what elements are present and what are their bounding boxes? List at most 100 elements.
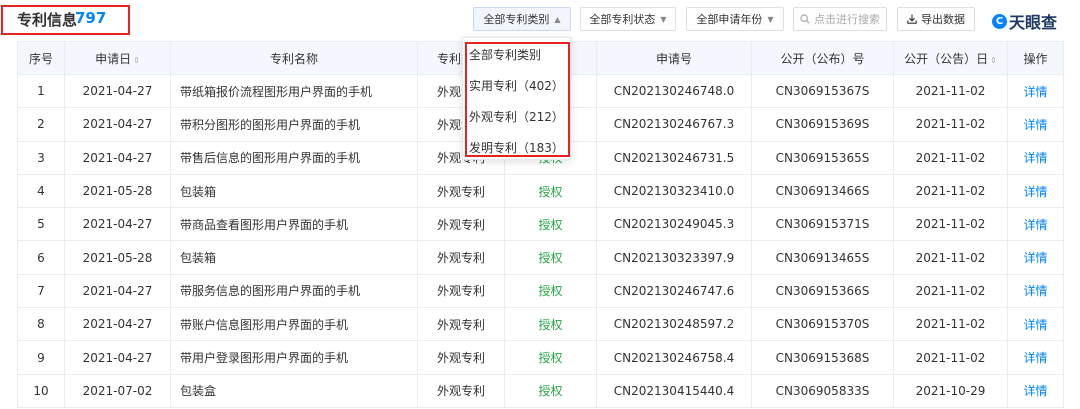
cell-application-number: CN202130248597.2	[596, 307, 752, 342]
details-link[interactable]: 详情	[1007, 140, 1064, 175]
dropdown-highlight-box	[465, 42, 570, 157]
cell-publication-number: CN306915368S	[751, 340, 894, 375]
cell-application-number: CN202130246767.3	[596, 107, 752, 142]
cell-application-date: 2021-04-27	[64, 207, 171, 242]
cell-application-number: CN202130246731.5	[596, 140, 752, 175]
sort-icon[interactable]: ⇕	[133, 56, 140, 65]
cell-index: 2	[17, 107, 65, 142]
brand-name: 天眼查	[1009, 13, 1058, 32]
patent-status-filter-label: 全部专利状态	[589, 13, 656, 26]
column-header-application-date[interactable]: 申请日 ⇕	[64, 41, 171, 75]
export-data-button[interactable]: 导出数据	[897, 7, 975, 31]
cell-patent-name: 包装盒	[170, 373, 418, 408]
cell-patent-name: 带账户信息图形用户界面的手机	[170, 307, 418, 342]
column-header-action: 操作	[1007, 41, 1064, 75]
cell-publication-number: CN306913466S	[751, 173, 894, 209]
cell-status: 授权	[504, 307, 597, 342]
cell-publication-date: 2021-11-02	[893, 73, 1008, 109]
cell-publication-date: 2021-11-02	[893, 140, 1008, 175]
caret-down-icon: ▼	[767, 14, 774, 24]
details-link[interactable]: 详情	[1007, 173, 1064, 209]
cell-publication-number: CN306915370S	[751, 307, 894, 342]
details-link[interactable]: 详情	[1007, 273, 1064, 309]
cell-status: 授权	[504, 340, 597, 375]
application-year-filter[interactable]: 全部申请年份 ▼	[686, 7, 784, 31]
patent-status-filter[interactable]: 全部专利状态 ▼	[580, 7, 676, 31]
cell-patent-type: 外观专利	[417, 207, 505, 242]
cell-application-date: 2021-05-28	[64, 173, 171, 209]
cell-application-date: 2021-04-27	[64, 273, 171, 309]
cell-publication-number: CN306915367S	[751, 73, 894, 109]
cell-application-number: CN202130323397.9	[596, 240, 752, 275]
cell-publication-date: 2021-11-02	[893, 307, 1008, 342]
cell-publication-date: 2021-11-02	[893, 240, 1008, 275]
cell-patent-name: 带纸箱报价流程图形用户界面的手机	[170, 73, 418, 109]
cell-publication-date: 2021-11-02	[893, 340, 1008, 375]
column-header-application-number: 申请号	[596, 41, 752, 75]
cell-index: 1	[17, 73, 65, 109]
cell-status: 授权	[504, 273, 597, 309]
cell-patent-name: 带服务信息的图形用户界面的手机	[170, 273, 418, 309]
cell-patent-name: 包装箱	[170, 240, 418, 275]
table-row: 10 2021-07-02 包装盒 外观专利 授权 CN202130415440.4 CN3…	[17, 373, 1064, 408]
header: 专利信息 797 全部专利类别 ▲ 全部专利状态 ▼ 全部申请年份 ▼ 点击进行…	[0, 0, 1080, 40]
table-row: 9 2021-04-27 带用户登录图形用户界面的手机 外观专利 授权 CN2021302…	[17, 340, 1064, 375]
patent-type-filter[interactable]: 全部专利类别 ▲	[473, 7, 571, 31]
search-icon	[800, 14, 810, 24]
column-header-publication-date[interactable]: 公开（公告）日 ⇕	[893, 41, 1008, 75]
cell-patent-name: 带售后信息的图形用户界面的手机	[170, 140, 418, 175]
sort-icon[interactable]: ⇕	[990, 56, 997, 65]
cell-publication-number: CN306915371S	[751, 207, 894, 242]
details-link[interactable]: 详情	[1007, 73, 1064, 109]
details-link[interactable]: 详情	[1007, 307, 1064, 342]
caret-up-icon: ▲	[554, 14, 561, 24]
cell-application-date: 2021-04-27	[64, 140, 171, 175]
cell-publication-number: CN306915366S	[751, 273, 894, 309]
details-link[interactable]: 详情	[1007, 107, 1064, 142]
details-link[interactable]: 详情	[1007, 240, 1064, 275]
cell-index: 8	[17, 307, 65, 342]
cell-application-number: CN202130246758.4	[596, 340, 752, 375]
cell-publication-number: CN306913465S	[751, 240, 894, 275]
cell-publication-date: 2021-11-02	[893, 173, 1008, 209]
cell-publication-number: CN306915369S	[751, 107, 894, 142]
cell-application-number: CN202130323410.0	[596, 173, 752, 209]
cell-patent-type: 外观专利	[417, 340, 505, 375]
brand-logo[interactable]: C 天眼查	[992, 9, 1057, 33]
caret-down-icon: ▼	[660, 14, 667, 24]
application-year-filter-label: 全部申请年份	[696, 13, 763, 26]
cell-status: 授权	[504, 173, 597, 209]
cell-application-number: CN202130246748.0	[596, 73, 752, 109]
search-placeholder: 点击进行搜索	[814, 13, 880, 26]
page-title: 专利信息	[17, 11, 78, 29]
search-input[interactable]: 点击进行搜索	[793, 7, 887, 31]
details-link[interactable]: 详情	[1007, 207, 1064, 242]
details-link[interactable]: 详情	[1007, 340, 1064, 375]
cell-index: 5	[17, 207, 65, 242]
tianyancha-logo-icon: C	[992, 13, 1007, 29]
cell-status: 授权	[504, 240, 597, 275]
table-row: 6 2021-05-28 包装箱 外观专利 授权 CN202130323397.9 CN30…	[17, 240, 1064, 275]
cell-patent-name: 带商品查看图形用户界面的手机	[170, 207, 418, 242]
cell-index: 10	[17, 373, 65, 408]
cell-publication-date: 2021-11-02	[893, 107, 1008, 142]
cell-index: 3	[17, 140, 65, 175]
cell-publication-date: 2021-11-02	[893, 273, 1008, 309]
export-data-label: 导出数据	[921, 13, 965, 26]
cell-application-date: 2021-04-27	[64, 107, 171, 142]
column-header-publication-number: 公开（公布）号	[751, 41, 894, 75]
table-row: 7 2021-04-27 带服务信息的图形用户界面的手机 外观专利 授权 CN202130…	[17, 273, 1064, 309]
cell-patent-type: 外观专利	[417, 307, 505, 342]
cell-application-date: 2021-05-28	[64, 240, 171, 275]
patent-count: 797	[75, 9, 107, 27]
cell-application-date: 2021-07-02	[64, 373, 171, 408]
table-row: 8 2021-04-27 带账户信息图形用户界面的手机 外观专利 授权 CN2021302…	[17, 307, 1064, 342]
cell-publication-number: CN306915365S	[751, 140, 894, 175]
cell-patent-type: 外观专利	[417, 240, 505, 275]
cell-publication-number: CN306905833S	[751, 373, 894, 408]
patent-type-filter-label: 全部专利类别	[483, 13, 550, 26]
cell-application-date: 2021-04-27	[64, 340, 171, 375]
cell-application-number: CN202130415440.4	[596, 373, 752, 408]
details-link[interactable]: 详情	[1007, 373, 1064, 408]
cell-patent-type: 外观专利	[417, 373, 505, 408]
